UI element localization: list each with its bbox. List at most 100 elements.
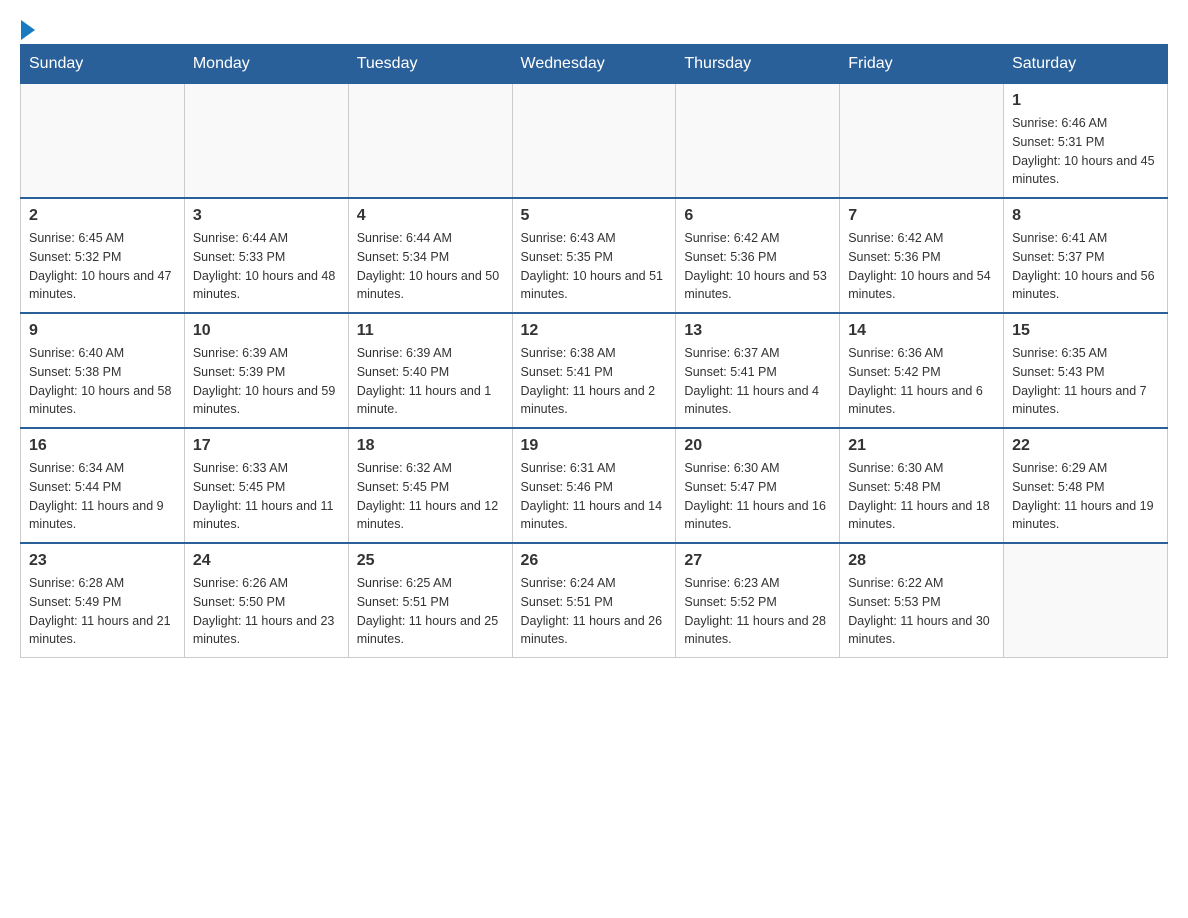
day-number: 25 [357, 552, 504, 570]
day-info: Sunrise: 6:24 AMSunset: 5:51 PMDaylight:… [521, 574, 668, 649]
calendar-cell: 23 Sunrise: 6:28 AMSunset: 5:49 PMDayligh… [21, 543, 185, 658]
day-info: Sunrise: 6:28 AMSunset: 5:49 PMDaylight:… [29, 574, 176, 649]
day-info: Sunrise: 6:42 AMSunset: 5:36 PMDaylight:… [684, 229, 831, 304]
calendar-cell: 10 Sunrise: 6:39 AMSunset: 5:39 PMDayligh… [184, 313, 348, 428]
calendar-cell [348, 84, 512, 199]
day-number: 2 [29, 207, 176, 225]
day-number: 17 [193, 437, 340, 455]
calendar-cell [184, 84, 348, 199]
day-number: 27 [684, 552, 831, 570]
day-number: 26 [521, 552, 668, 570]
calendar-header-row: SundayMondayTuesdayWednesdayThursdayFrid… [21, 45, 1168, 84]
day-number: 22 [1012, 437, 1159, 455]
day-number: 15 [1012, 322, 1159, 340]
calendar-cell: 2 Sunrise: 6:45 AMSunset: 5:32 PMDaylight… [21, 198, 185, 313]
calendar-week-row: 9 Sunrise: 6:40 AMSunset: 5:38 PMDaylight… [21, 313, 1168, 428]
logo-arrow-icon [21, 20, 35, 40]
day-number: 13 [684, 322, 831, 340]
day-number: 6 [684, 207, 831, 225]
day-number: 16 [29, 437, 176, 455]
calendar-cell: 27 Sunrise: 6:23 AMSunset: 5:52 PMDayligh… [676, 543, 840, 658]
calendar-cell: 9 Sunrise: 6:40 AMSunset: 5:38 PMDaylight… [21, 313, 185, 428]
day-info: Sunrise: 6:41 AMSunset: 5:37 PMDaylight:… [1012, 229, 1159, 304]
day-number: 7 [848, 207, 995, 225]
day-info: Sunrise: 6:38 AMSunset: 5:41 PMDaylight:… [521, 344, 668, 419]
day-number: 9 [29, 322, 176, 340]
calendar-cell [512, 84, 676, 199]
day-number: 1 [1012, 92, 1159, 110]
calendar-cell: 17Sunrise: 6:33 AMSunset: 5:45 PMDayligh… [184, 428, 348, 543]
calendar-cell: 1 Sunrise: 6:46 AMSunset: 5:31 PMDaylight… [1004, 84, 1168, 199]
calendar-cell: 4 Sunrise: 6:44 AMSunset: 5:34 PMDaylight… [348, 198, 512, 313]
day-number: 19 [521, 437, 668, 455]
day-header-monday: Monday [184, 45, 348, 84]
day-info: Sunrise: 6:42 AMSunset: 5:36 PMDaylight:… [848, 229, 995, 304]
day-number: 18 [357, 437, 504, 455]
calendar-cell: 22 Sunrise: 6:29 AMSunset: 5:48 PMDayligh… [1004, 428, 1168, 543]
day-header-tuesday: Tuesday [348, 45, 512, 84]
day-header-saturday: Saturday [1004, 45, 1168, 84]
day-info: Sunrise: 6:39 AMSunset: 5:40 PMDaylight:… [357, 344, 504, 419]
day-info: Sunrise: 6:34 AMSunset: 5:44 PMDaylight:… [29, 459, 176, 534]
calendar-cell: 21 Sunrise: 6:30 AMSunset: 5:48 PMDayligh… [840, 428, 1004, 543]
day-info: Sunrise: 6:46 AMSunset: 5:31 PMDaylight:… [1012, 114, 1159, 189]
day-info: Sunrise: 6:22 AMSunset: 5:53 PMDaylight:… [848, 574, 995, 649]
day-info: Sunrise: 6:30 AMSunset: 5:48 PMDaylight:… [848, 459, 995, 534]
day-number: 23 [29, 552, 176, 570]
calendar-cell: 19 Sunrise: 6:31 AMSunset: 5:46 PMDayligh… [512, 428, 676, 543]
calendar-week-row: 1 Sunrise: 6:46 AMSunset: 5:31 PMDaylight… [21, 84, 1168, 199]
calendar-cell: 8 Sunrise: 6:41 AMSunset: 5:37 PMDaylight… [1004, 198, 1168, 313]
day-number: 5 [521, 207, 668, 225]
day-number: 4 [357, 207, 504, 225]
day-info: Sunrise: 6:30 AMSunset: 5:47 PMDaylight:… [684, 459, 831, 534]
calendar-cell [676, 84, 840, 199]
calendar-cell: 20Sunrise: 6:30 AMSunset: 5:47 PMDayligh… [676, 428, 840, 543]
calendar-cell: 3Sunrise: 6:44 AMSunset: 5:33 PMDaylight… [184, 198, 348, 313]
day-number: 28 [848, 552, 995, 570]
logo [20, 20, 36, 34]
page-header [20, 20, 1168, 34]
calendar-cell: 6 Sunrise: 6:42 AMSunset: 5:36 PMDaylight… [676, 198, 840, 313]
calendar-cell: 12 Sunrise: 6:38 AMSunset: 5:41 PMDayligh… [512, 313, 676, 428]
day-info: Sunrise: 6:29 AMSunset: 5:48 PMDaylight:… [1012, 459, 1159, 534]
day-info: Sunrise: 6:26 AMSunset: 5:50 PMDaylight:… [193, 574, 340, 649]
day-info: Sunrise: 6:25 AMSunset: 5:51 PMDaylight:… [357, 574, 504, 649]
day-info: Sunrise: 6:35 AMSunset: 5:43 PMDaylight:… [1012, 344, 1159, 419]
calendar-cell: 28 Sunrise: 6:22 AMSunset: 5:53 PMDayligh… [840, 543, 1004, 658]
day-number: 10 [193, 322, 340, 340]
day-info: Sunrise: 6:44 AMSunset: 5:34 PMDaylight:… [357, 229, 504, 304]
calendar-cell: 15 Sunrise: 6:35 AMSunset: 5:43 PMDayligh… [1004, 313, 1168, 428]
day-number: 24 [193, 552, 340, 570]
day-number: 11 [357, 322, 504, 340]
calendar-cell [21, 84, 185, 199]
day-info: Sunrise: 6:39 AMSunset: 5:39 PMDaylight:… [193, 344, 340, 419]
day-info: Sunrise: 6:37 AMSunset: 5:41 PMDaylight:… [684, 344, 831, 419]
calendar-cell: 11 Sunrise: 6:39 AMSunset: 5:40 PMDayligh… [348, 313, 512, 428]
calendar-cell: 18 Sunrise: 6:32 AMSunset: 5:45 PMDayligh… [348, 428, 512, 543]
day-info: Sunrise: 6:31 AMSunset: 5:46 PMDaylight:… [521, 459, 668, 534]
day-header-thursday: Thursday [676, 45, 840, 84]
day-number: 14 [848, 322, 995, 340]
calendar-cell [1004, 543, 1168, 658]
calendar-cell [840, 84, 1004, 199]
calendar-cell: 16 Sunrise: 6:34 AMSunset: 5:44 PMDayligh… [21, 428, 185, 543]
day-number: 8 [1012, 207, 1159, 225]
day-info: Sunrise: 6:32 AMSunset: 5:45 PMDaylight:… [357, 459, 504, 534]
day-info: Sunrise: 6:23 AMSunset: 5:52 PMDaylight:… [684, 574, 831, 649]
day-info: Sunrise: 6:36 AMSunset: 5:42 PMDaylight:… [848, 344, 995, 419]
day-info: Sunrise: 6:40 AMSunset: 5:38 PMDaylight:… [29, 344, 176, 419]
calendar-cell: 25 Sunrise: 6:25 AMSunset: 5:51 PMDayligh… [348, 543, 512, 658]
calendar-week-row: 2 Sunrise: 6:45 AMSunset: 5:32 PMDaylight… [21, 198, 1168, 313]
day-info: Sunrise: 6:45 AMSunset: 5:32 PMDaylight:… [29, 229, 176, 304]
day-number: 21 [848, 437, 995, 455]
day-number: 12 [521, 322, 668, 340]
calendar-cell: 13 Sunrise: 6:37 AMSunset: 5:41 PMDayligh… [676, 313, 840, 428]
calendar-week-row: 23 Sunrise: 6:28 AMSunset: 5:49 PMDayligh… [21, 543, 1168, 658]
calendar-cell: 26 Sunrise: 6:24 AMSunset: 5:51 PMDayligh… [512, 543, 676, 658]
calendar-week-row: 16 Sunrise: 6:34 AMSunset: 5:44 PMDayligh… [21, 428, 1168, 543]
day-info: Sunrise: 6:43 AMSunset: 5:35 PMDaylight:… [521, 229, 668, 304]
day-info: Sunrise: 6:44 AMSunset: 5:33 PMDaylight:… [193, 229, 340, 304]
calendar-table: SundayMondayTuesdayWednesdayThursdayFrid… [20, 44, 1168, 658]
day-header-friday: Friday [840, 45, 1004, 84]
day-header-wednesday: Wednesday [512, 45, 676, 84]
